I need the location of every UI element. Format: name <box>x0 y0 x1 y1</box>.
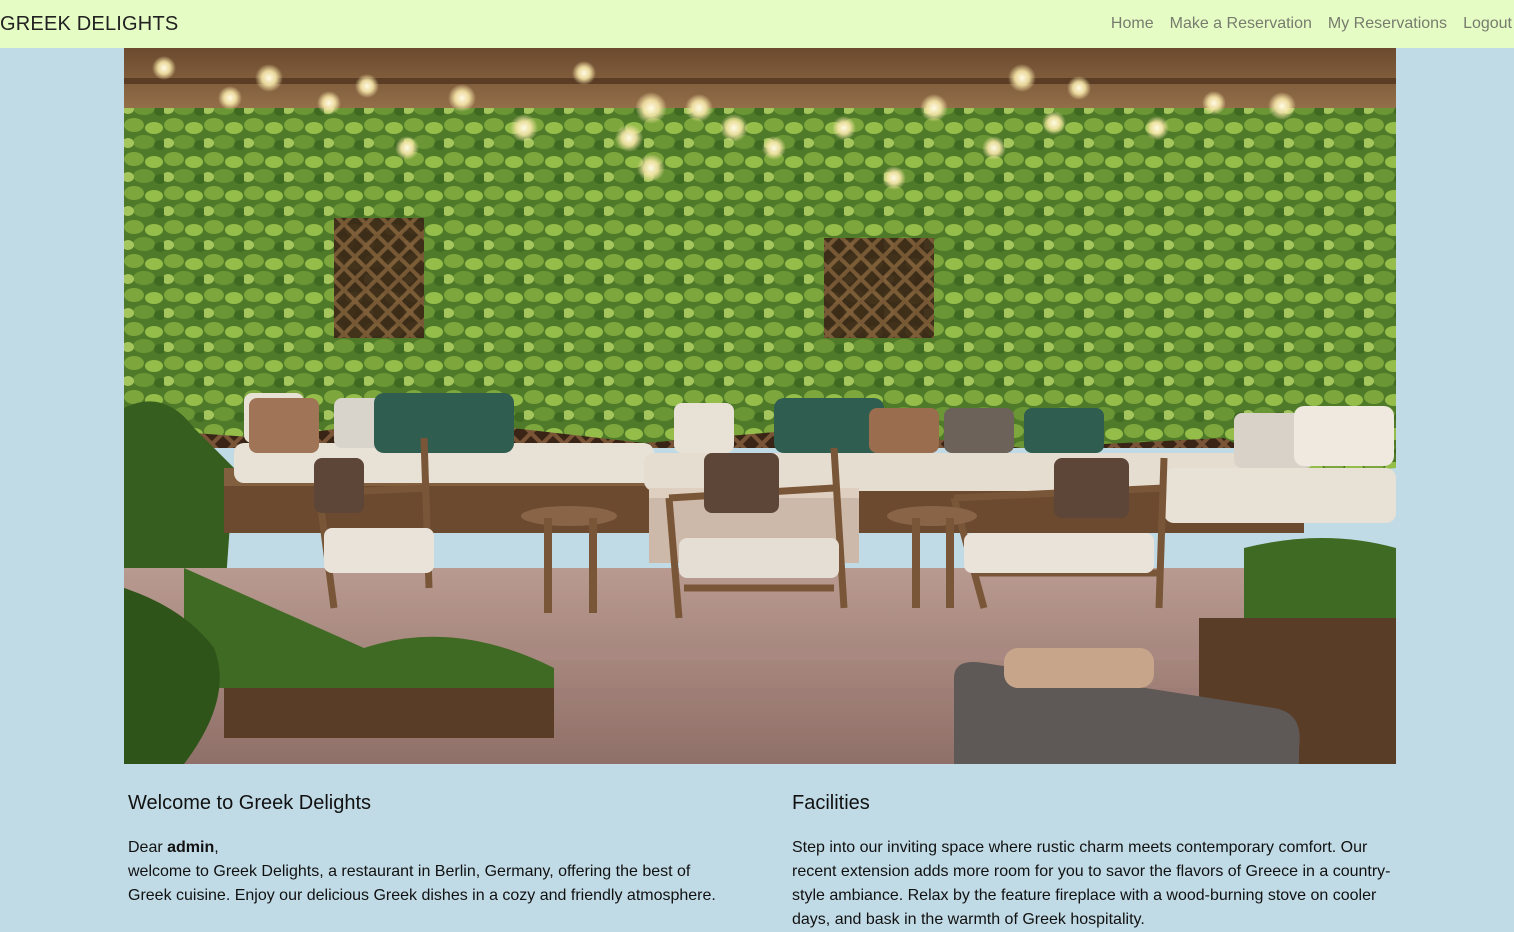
top-navbar: GREEK DELIGHTS Home Make a Reservation M… <box>0 0 1514 48</box>
welcome-body: welcome to Greek Delights, a restaurant … <box>128 863 716 904</box>
facilities-title: Facilities <box>792 792 870 814</box>
brand-logo-text[interactable]: GREEK DELIGHTS <box>0 13 178 36</box>
nav-link-my-reservations[interactable]: My Reservations <box>1328 15 1447 33</box>
welcome-title: Welcome to Greek Delights <box>128 792 372 814</box>
welcome-section: Welcome to Greek Delights Dear admin, wel… <box>128 792 728 908</box>
nav-link-make-reservation[interactable]: Make a Reservation <box>1170 15 1312 33</box>
nav-link-logout[interactable]: Logout <box>1463 15 1512 33</box>
terrace-illustration <box>124 48 1396 764</box>
content-section: Welcome to Greek Delights Dear admin, wel… <box>0 764 1514 932</box>
greeting-prefix: Dear <box>128 839 168 856</box>
hero-image <box>124 48 1396 764</box>
nav-links: Home Make a Reservation My Reservations … <box>1111 15 1512 33</box>
welcome-text: Dear admin, welcome to Greek Delights, a … <box>128 836 728 908</box>
facilities-text: Step into our inviting space where rusti… <box>792 839 1391 928</box>
username: admin <box>167 839 215 856</box>
facilities-section: Facilities Step into our inviting space … <box>792 792 1396 932</box>
greeting-suffix: , <box>214 839 219 856</box>
nav-link-home[interactable]: Home <box>1111 15 1154 33</box>
